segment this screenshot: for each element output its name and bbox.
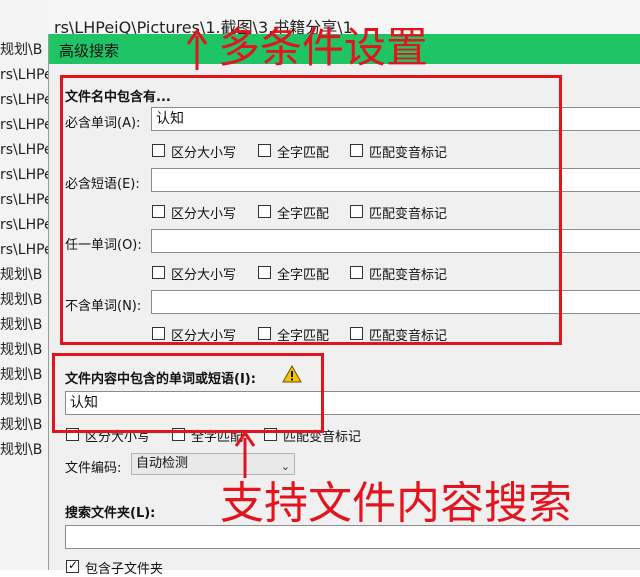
list-item[interactable]: rs\LHPe xyxy=(0,213,48,237)
list-item[interactable]: 规划\B xyxy=(0,388,48,412)
list-item[interactable]: 规划\B xyxy=(0,363,48,387)
list-item[interactable]: rs\LHPe xyxy=(0,88,48,112)
annotation-arrow-up-icon xyxy=(234,430,256,478)
list-item[interactable]: rs\LHPe xyxy=(0,188,48,212)
list-item[interactable]: 规划\B xyxy=(0,263,48,287)
list-item[interactable]: 规划\B xyxy=(0,438,48,462)
encoding-label: 文件编码: xyxy=(65,461,122,476)
annotation-box-filename xyxy=(60,75,562,345)
list-item[interactable]: rs\LHPe xyxy=(0,138,48,162)
list-item[interactable]: rs\LHPe xyxy=(0,113,48,137)
encoding-value: 自动检测 xyxy=(136,456,189,471)
annotation-top-text: 多条件设置 xyxy=(218,23,429,72)
encoding-dropdown[interactable]: 自动检测 ⌄ xyxy=(131,453,295,475)
dialog-title: 高级搜索 xyxy=(59,42,120,60)
list-item[interactable]: rs\LHPe xyxy=(0,63,48,87)
include-subfolders-checkbox[interactable]: ✓ xyxy=(66,558,79,573)
list-item[interactable]: 规划\B xyxy=(0,413,48,437)
annotation-box-content xyxy=(52,353,324,433)
chevron-down-icon: ⌄ xyxy=(280,460,290,473)
include-subfolders-label: 包含子文件夹 xyxy=(85,562,164,577)
list-item[interactable]: 规划\B xyxy=(0,338,48,362)
list-item[interactable]: 规划\B xyxy=(0,38,48,62)
list-item[interactable]: rs\LHPe xyxy=(0,163,48,187)
annotation-arrow-up-icon xyxy=(186,28,208,70)
annotation-bottom-text: 支持文件内容搜索 xyxy=(220,478,572,529)
folder-section-title: 搜索文件夹(L): xyxy=(65,506,156,521)
background-file-list: 规划\B rs\LHPe rs\LHPe rs\LHPe rs\LHPe rs\… xyxy=(0,0,48,570)
list-item[interactable]: 规划\B xyxy=(0,288,48,312)
list-item[interactable]: 规划\B xyxy=(0,313,48,337)
list-item[interactable]: rs\LHPe xyxy=(0,238,48,262)
